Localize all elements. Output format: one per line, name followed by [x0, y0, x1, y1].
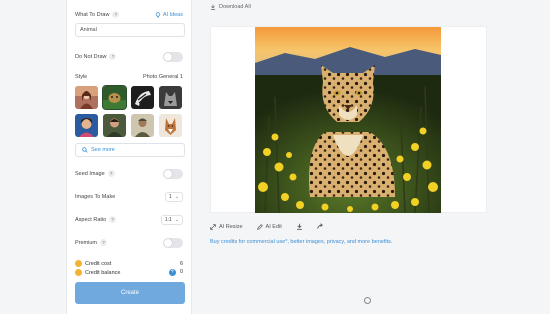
- generated-image[interactable]: [255, 27, 441, 213]
- see-more-label: See more: [91, 147, 115, 153]
- do-not-draw-label: Do Not Draw?: [75, 53, 117, 61]
- lightbulb-icon: [155, 12, 160, 18]
- style-thumb-smiling-girl[interactable]: [75, 114, 98, 137]
- seed-image-label: Seed Image?: [75, 170, 115, 178]
- aspect-ratio-label: Aspect Ratio?: [75, 216, 117, 224]
- images-to-make-select[interactable]: 1 ⌄: [165, 192, 183, 202]
- edit-icon: [256, 223, 263, 230]
- download-all-label: Download All: [219, 4, 251, 10]
- download-all-button[interactable]: Download All: [210, 4, 251, 10]
- credit-cost-label: Credit cost: [85, 260, 112, 267]
- style-thumb-portrait-woman[interactable]: [75, 86, 98, 109]
- coin-icon: [75, 260, 82, 267]
- premium-label: Premium?: [75, 239, 108, 247]
- premium-row: Premium?: [75, 238, 183, 248]
- chevron-down-icon: ⌄: [174, 217, 179, 223]
- leopard-image: [255, 27, 441, 213]
- create-label: Create: [120, 290, 139, 296]
- premium-toggle[interactable]: [163, 238, 183, 248]
- style-thumb-fox-illustration[interactable]: [159, 114, 182, 137]
- style-label: Style: [75, 74, 88, 80]
- create-button[interactable]: Create: [75, 282, 185, 304]
- credit-cost-row: Credit cost 6: [75, 260, 183, 267]
- style-thumb-jungle-animal[interactable]: [102, 85, 127, 110]
- ai-edit-label: AI Edit: [265, 223, 282, 230]
- share-icon: [317, 223, 323, 229]
- settings-panel: What To Draw? AI Ideas Animal Do Not Dra…: [66, 0, 192, 314]
- ai-ideas-button[interactable]: AI Ideas: [155, 12, 183, 18]
- credit-balance-row: Credit balance +0: [75, 269, 183, 276]
- what-to-draw-label: What To Draw?: [75, 11, 120, 19]
- download-image-button[interactable]: [296, 223, 303, 230]
- style-thumb-zebra[interactable]: [131, 86, 154, 109]
- aspect-ratio-row: Aspect Ratio? 1:1 ⌄: [75, 215, 183, 225]
- do-not-draw-toggle[interactable]: [163, 52, 183, 62]
- share-button[interactable]: [317, 223, 324, 230]
- coin-icon: [75, 269, 82, 276]
- aspect-ratio-value: 1:1: [164, 217, 172, 223]
- style-row: Style Photo General 1: [75, 72, 183, 82]
- help-icon[interactable]: ?: [107, 170, 115, 178]
- style-selected: Photo General 1: [142, 74, 183, 80]
- prompt-value: Animal: [80, 27, 97, 33]
- image-toolbar: AI Resize AI Edit: [210, 223, 324, 230]
- resize-icon: [210, 223, 216, 230]
- style-grid: [75, 85, 185, 137]
- help-icon[interactable]: ?: [109, 216, 117, 224]
- images-to-make-value: 1: [169, 194, 172, 200]
- ai-ideas-label: AI Ideas: [162, 12, 183, 18]
- search-icon: [82, 147, 88, 153]
- add-credits-icon[interactable]: +: [168, 269, 176, 276]
- credit-balance-value: 0: [179, 269, 183, 275]
- ai-resize-button[interactable]: AI Resize: [210, 224, 243, 230]
- style-thumb-soldier[interactable]: [131, 114, 154, 137]
- seed-image-toggle[interactable]: [163, 169, 183, 179]
- download-icon: [296, 223, 302, 230]
- style-thumb-wolf-mono[interactable]: [159, 86, 182, 109]
- chevron-down-icon: ⌄: [174, 194, 179, 200]
- buy-credits-link[interactable]: Buy credits for commercial use*, better …: [210, 239, 392, 245]
- download-icon: [210, 4, 216, 10]
- ai-edit-button[interactable]: AI Edit: [256, 223, 282, 230]
- settings-gear-icon[interactable]: [364, 297, 371, 304]
- aspect-ratio-select[interactable]: 1:1 ⌄: [160, 215, 183, 225]
- prompt-input[interactable]: Animal: [75, 23, 185, 37]
- ai-resize-label: AI Resize: [219, 223, 243, 230]
- do-not-draw-row: Do Not Draw?: [75, 52, 183, 62]
- images-to-make-label: Images To Make: [75, 194, 116, 200]
- help-icon[interactable]: ?: [100, 239, 108, 247]
- seed-image-row: Seed Image?: [75, 169, 183, 179]
- images-to-make-row: Images To Make 1 ⌄: [75, 192, 183, 202]
- what-to-draw-row: What To Draw? AI Ideas: [75, 10, 183, 20]
- see-more-button[interactable]: See more: [75, 143, 185, 157]
- help-icon[interactable]: ?: [109, 53, 117, 61]
- credit-balance-label: Credit balance: [85, 269, 121, 276]
- credit-cost-value: 6: [179, 260, 183, 267]
- style-thumb-portrait-man[interactable]: [103, 114, 126, 137]
- help-icon[interactable]: ?: [112, 11, 120, 19]
